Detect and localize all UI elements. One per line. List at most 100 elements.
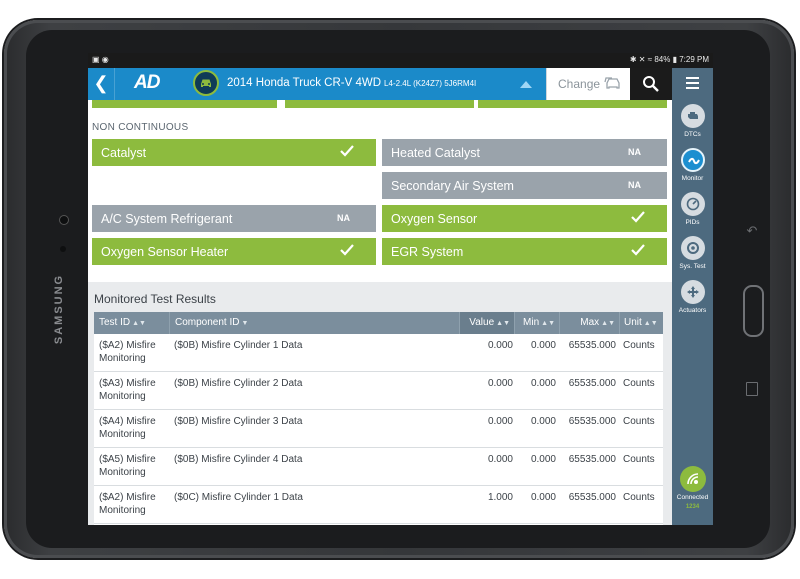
status-icons: ✱ ✕ ≈ bbox=[629, 55, 655, 64]
tile-name: EGR System bbox=[391, 245, 464, 259]
column-label: Component ID bbox=[175, 317, 240, 328]
cell-max: 65535.000 bbox=[568, 340, 616, 351]
monitor-tile-oxygen-sensor-heater[interactable]: Oxygen Sensor Heater bbox=[92, 238, 376, 265]
tile-name: Catalyst bbox=[101, 146, 147, 160]
vehicle-title[interactable]: 2014 Honda Truck CR-V 4WD L4-2.4L (K24Z7)… bbox=[227, 77, 476, 89]
connected-icon bbox=[680, 466, 706, 492]
cell-unit: Counts bbox=[623, 340, 655, 351]
vehicle-name: 2014 Honda Truck CR-V 4WD bbox=[227, 77, 382, 89]
cell-test-id: ($A5) Misfire Monitoring bbox=[99, 454, 156, 478]
battery-level: 84% bbox=[654, 55, 671, 64]
collapse-up-icon[interactable] bbox=[520, 81, 532, 88]
vehicle-icon[interactable] bbox=[193, 70, 219, 96]
menu-icon[interactable] bbox=[672, 68, 713, 98]
rail-item-dtcs[interactable]: DTCs bbox=[672, 104, 713, 144]
sort-icon: ▲▼ bbox=[541, 320, 555, 327]
rail-item-monitor[interactable]: Monitor bbox=[672, 148, 713, 188]
cell-component-id: ($0B) Misfire Cylinder 2 Data bbox=[174, 378, 303, 389]
sort-icon: ▲▼ bbox=[643, 320, 658, 327]
cell-component-id: ($0C) Misfire Cylinder 1 Data bbox=[174, 492, 303, 503]
monitor-tile-egr-system[interactable]: EGR System bbox=[382, 238, 667, 265]
rail-item-pids[interactable]: PIDs bbox=[672, 192, 713, 232]
hardware-back-icon[interactable]: ↶ bbox=[745, 223, 759, 238]
column-label: Value bbox=[469, 317, 495, 328]
sort-icon: ▲▼ bbox=[601, 320, 615, 327]
cell-max: 65535.000 bbox=[568, 492, 616, 503]
cell-component-id: ($0B) Misfire Cylinder 4 Data bbox=[174, 454, 303, 465]
column-header-component-id[interactable]: Component ID ▼ bbox=[169, 312, 459, 334]
tile-name: A/C System Refrigerant bbox=[101, 212, 233, 226]
check-icon bbox=[340, 244, 354, 256]
column-header-max[interactable]: Max ▲▼ bbox=[559, 312, 619, 334]
rail-label: DTCs bbox=[684, 131, 701, 138]
monitor-tile-oxygen-sensor[interactable]: Oxygen Sensor bbox=[382, 205, 667, 232]
monitor-tile-stub bbox=[478, 100, 667, 108]
hardware-home-button[interactable] bbox=[743, 285, 764, 337]
table-row[interactable]: ($A2) Misfire Monitoring ($0B) Misfire C… bbox=[94, 334, 663, 372]
front-camera bbox=[60, 216, 68, 224]
cell-component-id: ($0B) Misfire Cylinder 3 Data bbox=[174, 416, 303, 427]
check-icon bbox=[340, 145, 354, 157]
column-label: Max bbox=[580, 317, 600, 328]
table-row[interactable]: ($A3) Misfire Monitoring ($0B) Misfire C… bbox=[94, 372, 663, 410]
clock: 7:29 PM bbox=[679, 55, 709, 64]
column-header-test-id[interactable]: Test ID ▲▼ bbox=[94, 312, 169, 334]
search-button[interactable] bbox=[630, 68, 672, 100]
cell-unit: Counts bbox=[623, 492, 655, 503]
cell-value: 0.000 bbox=[487, 340, 513, 351]
cell-unit: Counts bbox=[623, 454, 655, 465]
back-button[interactable]: ❮ bbox=[88, 68, 115, 100]
engine-icon bbox=[681, 104, 705, 128]
table-row[interactable]: ($A5) Misfire Monitoring ($0B) Misfire C… bbox=[94, 448, 663, 486]
test-results-panel: Monitored Test Results Test ID ▲▼ Compone… bbox=[88, 282, 672, 525]
tile-name: Heated Catalyst bbox=[391, 146, 480, 160]
na-badge: NA bbox=[628, 147, 641, 157]
results-table[interactable]: Test ID ▲▼ Component ID ▼ Value ▲▼ Min ▲▼ Ma… bbox=[94, 312, 663, 525]
cars-icon bbox=[604, 77, 620, 89]
column-header-value[interactable]: Value ▲▼ bbox=[459, 312, 514, 334]
column-label: Min bbox=[523, 317, 540, 328]
section-label: NON CONTINUOUS bbox=[92, 122, 189, 133]
cell-min: 0.000 bbox=[530, 492, 556, 503]
rail-item-actuators[interactable]: Actuators bbox=[672, 280, 713, 320]
cell-test-id: ($A4) Misfire Monitoring bbox=[99, 416, 156, 440]
change-vehicle-button[interactable]: Change bbox=[546, 68, 631, 100]
app-bar: ❮ AD 2014 Honda Truck CR-V 4WD L4-2.4L (K… bbox=[88, 68, 672, 100]
column-label: Test ID bbox=[99, 317, 131, 328]
connection-status[interactable]: Connected 1234 bbox=[672, 466, 713, 518]
cell-min: 0.000 bbox=[530, 378, 556, 389]
app-logo: AD bbox=[134, 72, 160, 93]
status-right: ✱ ✕ ≈ 84% ▮ 7:29 PM bbox=[630, 55, 709, 64]
cell-test-id: ($A2) Misfire Monitoring bbox=[99, 340, 156, 364]
hardware-recents-icon[interactable] bbox=[746, 382, 758, 396]
check-icon bbox=[631, 244, 645, 256]
monitor-tile-catalyst[interactable]: Catalyst bbox=[92, 139, 376, 166]
side-rail: DTCs Monitor PIDs Sys. Test Actuators Co… bbox=[672, 68, 713, 525]
vehicle-engine: L4-2.4L (K24Z7) 5J6RM4I bbox=[384, 79, 477, 88]
monitor-tile-secondary-air[interactable]: Secondary Air System NA bbox=[382, 172, 667, 199]
move-icon bbox=[681, 280, 705, 304]
column-header-unit[interactable]: Unit ▲▼ bbox=[619, 312, 663, 334]
results-title: Monitored Test Results bbox=[94, 292, 216, 306]
na-badge: NA bbox=[628, 180, 641, 190]
table-row[interactable]: ($A4) Misfire Monitoring ($0B) Misfire C… bbox=[94, 410, 663, 448]
cell-min: 0.000 bbox=[530, 416, 556, 427]
cell-value: 0.000 bbox=[487, 378, 513, 389]
cell-min: 0.000 bbox=[530, 454, 556, 465]
connected-label: Connected bbox=[676, 494, 709, 501]
tile-name: Oxygen Sensor Heater bbox=[101, 245, 229, 259]
rail-label: Sys. Test bbox=[679, 263, 706, 270]
table-row[interactable]: ($A2) Misfire Monitoring ($0C) Misfire C… bbox=[94, 486, 663, 524]
column-header-min[interactable]: Min ▲▼ bbox=[514, 312, 559, 334]
cell-test-id: ($A2) Misfire Monitoring bbox=[99, 492, 156, 516]
rail-item-sys-test[interactable]: Sys. Test bbox=[672, 236, 713, 276]
sort-icon: ▲▼ bbox=[496, 320, 510, 327]
monitor-tile-heated-catalyst[interactable]: Heated Catalyst NA bbox=[382, 139, 667, 166]
cell-max: 65535.000 bbox=[568, 416, 616, 427]
cell-value: 0.000 bbox=[487, 416, 513, 427]
status-bar: ▣ ◉ ✱ ✕ ≈ 84% ▮ 7:29 PM bbox=[88, 53, 713, 68]
search-icon bbox=[643, 76, 659, 92]
monitor-content: NON CONTINUOUS Catalyst Heated Catalyst … bbox=[88, 100, 672, 525]
monitor-tile-ac-refrigerant[interactable]: A/C System Refrigerant NA bbox=[92, 205, 376, 232]
change-label: Change bbox=[558, 77, 601, 91]
